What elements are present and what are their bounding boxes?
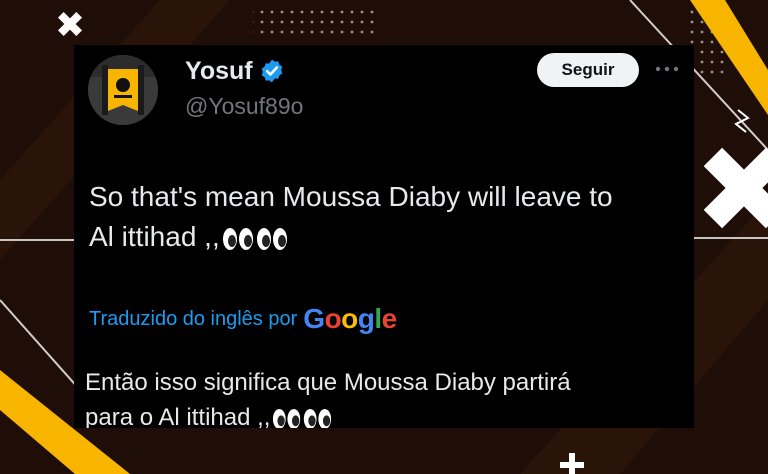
eyes-emoji-icon xyxy=(222,227,287,250)
translated-by-label: Traduzido do inglês por xyxy=(89,307,298,330)
tweet-card: Yosuf @Yosuf89o Seguir So that's mean Mo… xyxy=(74,45,694,428)
author-handle[interactable]: @Yosuf89o xyxy=(185,93,303,120)
avatar[interactable] xyxy=(88,55,158,125)
follow-button[interactable]: Seguir xyxy=(537,53,639,87)
google-logo: Google xyxy=(303,303,397,334)
more-dots-icon[interactable] xyxy=(652,59,682,79)
translated-text-line-2-text: para o Al ittihad ,, xyxy=(85,404,271,428)
translated-by-link[interactable]: Traduzido do inglês por Google xyxy=(89,305,397,333)
eyes-emoji-icon xyxy=(273,408,332,428)
tweet-text: So that's mean Moussa Diaby will leave t… xyxy=(89,177,689,257)
author-display-name[interactable]: Yosuf xyxy=(185,57,253,85)
tweet-text-line-1: So that's mean Moussa Diaby will leave t… xyxy=(89,181,613,212)
tweet-text-line-2-text: Al ittihad ,, xyxy=(89,221,220,252)
translated-text: Então isso significa que Moussa Diaby pa… xyxy=(85,365,690,428)
author-name-row: Yosuf xyxy=(185,57,285,85)
translated-text-line-1: Então isso significa que Moussa Diaby pa… xyxy=(85,369,571,396)
ittihad-flag-avatar xyxy=(88,55,158,125)
verified-badge-icon xyxy=(261,59,282,83)
tweet-text-line-2: Al ittihad ,, xyxy=(89,217,689,257)
translated-text-line-2: para o Al ittihad ,, xyxy=(85,400,690,428)
